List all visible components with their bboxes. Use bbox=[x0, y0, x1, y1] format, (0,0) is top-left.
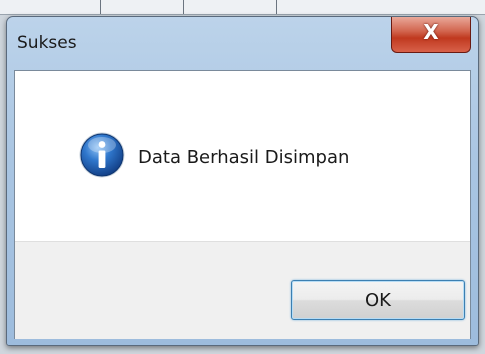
close-icon: X bbox=[423, 20, 439, 44]
info-icon bbox=[79, 132, 125, 178]
dialog-client-area: Data Berhasil Disimpan OK bbox=[14, 70, 471, 339]
message-area: Data Berhasil Disimpan bbox=[15, 71, 470, 241]
background-column-divider bbox=[276, 0, 277, 14]
title-bar[interactable]: Sukses X bbox=[7, 17, 478, 65]
button-bar: OK bbox=[15, 241, 470, 339]
ok-button[interactable]: OK bbox=[291, 280, 465, 320]
background-column-divider bbox=[183, 0, 184, 14]
background-column-divider bbox=[100, 0, 101, 14]
message-dialog: Sukses X Data Berhasil Disimpan OK bbox=[6, 16, 479, 346]
background-table-strip bbox=[0, 0, 485, 15]
dialog-title: Sukses bbox=[17, 33, 77, 53]
message-text: Data Berhasil Disimpan bbox=[138, 147, 350, 168]
close-button[interactable]: X bbox=[391, 17, 471, 53]
